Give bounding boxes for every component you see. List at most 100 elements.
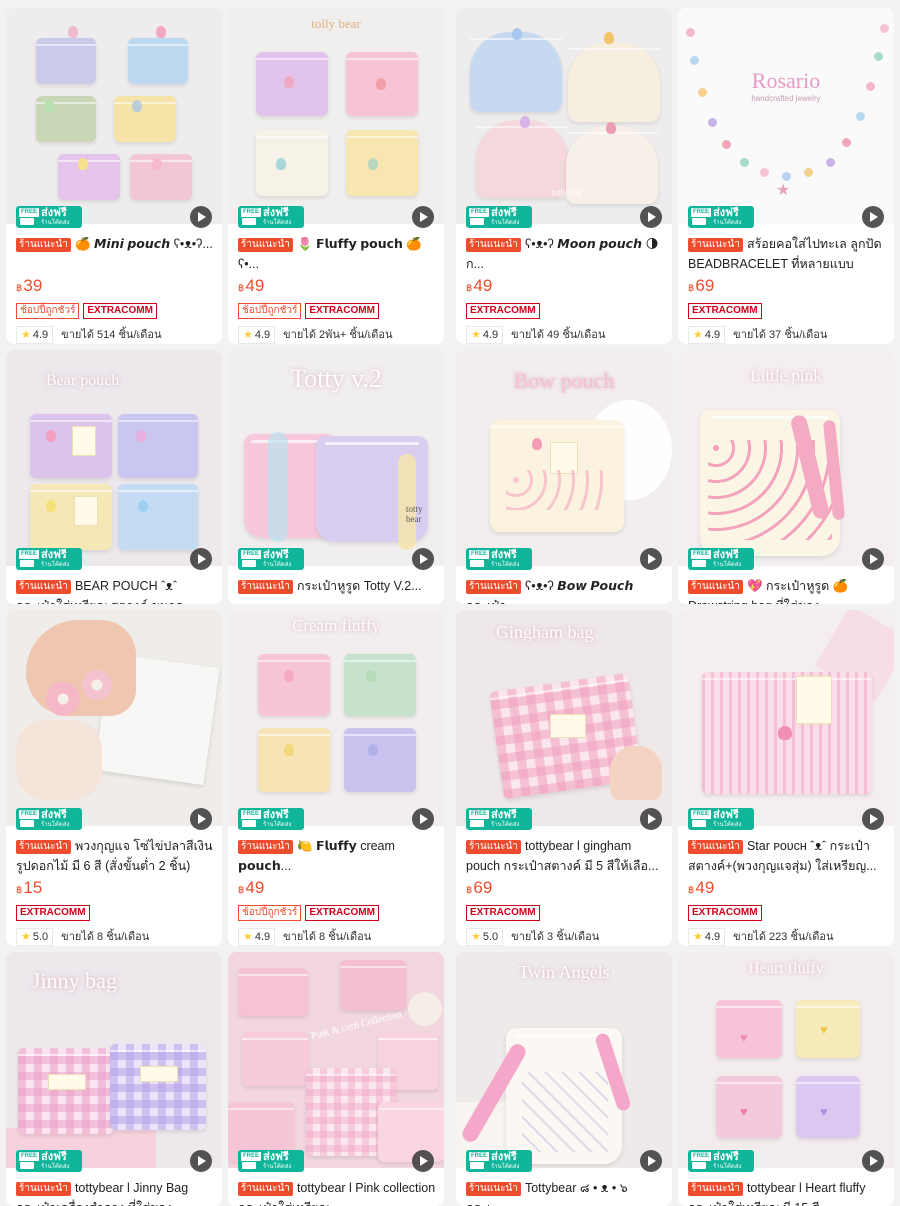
product-card[interactable]: FREE ส่งฟรี ร้านโค้ดส่ง ร้านแนะนำ พวงกุญแจ… xyxy=(6,610,222,946)
free-shipping-badge: FREE ส่งฟรี ร้านโค้ดส่ง xyxy=(238,808,304,830)
product-title[interactable]: ร้านแนะนำ ʕ•ᴥ•ʔ 𝙈𝙤𝙤𝙣 𝙥𝙤𝙪𝙘𝙝 🌗 ก... xyxy=(466,234,664,274)
play-video-icon[interactable] xyxy=(862,808,884,830)
play-video-icon[interactable] xyxy=(862,548,884,570)
product-title[interactable]: ร้านแนะนำ💖 กระเป๋าหูรูด 🍊 Drawstring bag… xyxy=(688,576,886,604)
play-video-icon[interactable] xyxy=(640,548,662,570)
product-card[interactable]: Twin Angels FREE ส่งฟรี ร้านโค้ดส่ง ร้านแ… xyxy=(456,952,672,1206)
product-title[interactable]: ร้านแนะนำtottybear l Pink collection กระ… xyxy=(238,1178,436,1206)
play-video-icon[interactable] xyxy=(640,206,662,228)
star-icon: ★ xyxy=(243,931,253,943)
product-price: ฿49 xyxy=(466,276,493,295)
extra-comm-tag: EXTRACOMM xyxy=(688,905,762,921)
play-video-icon[interactable] xyxy=(190,1150,212,1172)
product-image[interactable]: Bow pouch xyxy=(456,350,672,566)
truck-icon xyxy=(692,1162,706,1169)
product-card[interactable]: tolly bear FREE ส่งฟรี ร้านโค้ดส่ง ร้านแน… xyxy=(228,8,444,344)
product-title[interactable]: ร้านแนะนำʕ•ᴥ•ʔ 𝘽𝙤𝙬 𝙋𝙤𝙪𝙘𝙝 กระเป๋า... xyxy=(466,576,664,604)
play-video-icon[interactable] xyxy=(862,1150,884,1172)
product-title[interactable]: ร้านแนะนำ 🍋 𝗙𝗹𝘂𝗳𝗳𝘆 cream 𝗽𝗼𝘂𝗰𝗵... xyxy=(238,836,436,876)
product-card[interactable]: Gingham bag FREE ส่งฟรี ร้านโค้ดส่ง ร้านแ… xyxy=(456,610,672,946)
free-shipping-badge: FREE ส่งฟรี ร้านโค้ดส่ง xyxy=(466,808,532,830)
product-card[interactable]: FREE ส่งฟรี ร้านโค้ดส่ง ร้านแนะนำ 🍊 𝙈𝙞𝙣𝙞 𝙥… xyxy=(6,8,222,344)
product-title[interactable]: ร้านแนะนำ tottybear l gingham pouch กระเป… xyxy=(466,836,664,876)
product-title[interactable]: ร้านแนะนำ พวงกุญแจ โซ่ไข่ปลาสีเงิน รูปดอก… xyxy=(16,836,214,876)
product-image[interactable]: Bear pouch xyxy=(6,350,222,566)
product-image[interactable]: Little pink xyxy=(678,350,894,566)
play-video-icon[interactable] xyxy=(412,808,434,830)
product-title[interactable]: ร้านแนะนำTottybear ๘ • ᴥ • ๖ กระเ... xyxy=(466,1178,664,1206)
rating: ★ 4.9 xyxy=(688,928,726,946)
play-video-icon[interactable] xyxy=(640,808,662,830)
cod-tag: ช้อปปี้ถูกชัวร์ xyxy=(238,905,302,921)
free-shipping-badge: FREE ส่งฟรี ร้านโค้ดส่ง xyxy=(688,206,754,228)
product-title[interactable]: ร้านแนะนำ กระเป๋าหูรูด Totty V.2... xyxy=(238,576,436,604)
product-card[interactable]: Jinny bag FREE ส่งฟรี ร้านโค้ดส่ง ร้านแนะ… xyxy=(6,952,222,1206)
product-price: ฿69 xyxy=(688,276,715,295)
recommended-badge: ร้านแนะนำ xyxy=(688,238,743,252)
free-shipping-badge: FREE ส่งฟรี ร้านโค้ดส่ง xyxy=(16,808,82,830)
product-card[interactable]: Pink & corn Collection FREE ส่งฟรี ร้านโค… xyxy=(228,952,444,1206)
product-title[interactable]: ร้านแนะนำtottybear l Jinny Bag กระเป๋าเค… xyxy=(16,1178,214,1206)
product-title[interactable]: ร้านแนะนำ Star ᴘᴏᴜᴄʜ ˆᴥˆ กระเป๋าสตางค์+(พ… xyxy=(688,836,886,876)
play-video-icon[interactable] xyxy=(412,548,434,570)
free-shipping-badge: FREE ส่งฟรี ร้านโค้ดส่ง xyxy=(688,1150,754,1172)
truck-icon xyxy=(692,218,706,225)
product-image[interactable]: Gingham bag xyxy=(456,610,672,826)
product-title[interactable]: ร้านแนะนำ 🌷 𝗙𝗹𝘂𝗳𝗳𝘆 𝗽𝗼𝘂𝗰𝗵 🍊 ʕ•... xyxy=(238,234,436,274)
product-card[interactable]: tolly bear FREE ส่งฟรี ร้านโค้ดส่ง ร้านแน… xyxy=(456,8,672,344)
product-image[interactable]: tolly bear xyxy=(228,8,444,224)
product-card[interactable]: Little pink FREE ส่งฟรี ร้านโค้ดส่ง ร้านแ… xyxy=(678,350,894,604)
product-title[interactable]: ร้านแนะนำtottybear l Heart fluffy กระเป๋… xyxy=(688,1178,886,1206)
truck-icon xyxy=(692,820,706,827)
truck-icon xyxy=(242,820,256,827)
extra-comm-tag: EXTRACOMM xyxy=(305,905,379,921)
play-video-icon[interactable] xyxy=(412,1150,434,1172)
product-image[interactable]: tolly bear xyxy=(456,8,672,224)
product-card[interactable]: Cream fluffy FREE ส่งฟรี ร้านโค้ดส่ง ร้าน… xyxy=(228,610,444,946)
play-video-icon[interactable] xyxy=(190,808,212,830)
product-card[interactable]: Bow pouch FREE ส่งฟรี ร้านโค้ดส่ง ร้านแนะ… xyxy=(456,350,672,604)
free-shipping-badge: FREE ส่งฟรี ร้านโค้ดส่ง xyxy=(466,548,532,570)
extra-comm-tag: EXTRACOMM xyxy=(466,905,540,921)
product-card[interactable]: Bear pouch FREE ส่งฟรี ร้านโค้ดส่ง ร้านแน… xyxy=(6,350,222,604)
product-title[interactable]: ร้านแนะนำ สร้อยคอใส่ไปทะเล ลูกปัด BEADBRA… xyxy=(688,234,886,274)
product-image[interactable]: Twin Angels xyxy=(456,952,672,1168)
product-price: ฿49 xyxy=(688,878,715,897)
product-image[interactable] xyxy=(6,610,222,826)
product-title[interactable]: ร้านแนะนำBEAR POUCH ˆᴥˆ กระเป๋าใส่เหรียญ… xyxy=(16,576,214,604)
product-image[interactable]: Rosario handcrafted jewelry ★ xyxy=(678,8,894,224)
product-card[interactable]: Rosario handcrafted jewelry ★ FREE ส่งฟร… xyxy=(678,8,894,344)
recommended-badge: ร้านแนะนำ xyxy=(16,1182,71,1196)
product-card[interactable]: FREE ส่งฟรี ร้านโค้ดส่ง ร้านแนะนำ Star ᴘᴏᴜ… xyxy=(678,610,894,946)
recommended-badge: ร้านแนะนำ xyxy=(466,580,521,594)
play-video-icon[interactable] xyxy=(862,206,884,228)
free-shipping-badge: FREE ส่งฟรี ร้านโค้ดส่ง xyxy=(466,206,532,228)
product-image[interactable]: Jinny bag xyxy=(6,952,222,1168)
truck-icon xyxy=(20,1162,34,1169)
product-image[interactable]: Pink & corn Collection xyxy=(228,952,444,1168)
free-shipping-badge: FREE ส่งฟรี ร้านโค้ดส่ง xyxy=(238,206,304,228)
product-card[interactable]: Totty v.2 totty bear FREE ส่งฟรี ร้านโค้ดส… xyxy=(228,350,444,604)
play-video-icon[interactable] xyxy=(190,548,212,570)
sold-count: ขายได้ 8 ชิ้น/เดือน xyxy=(283,931,372,943)
product-image[interactable]: Heart fluffy ♥ ♥ ♥ ♥ xyxy=(678,952,894,1168)
star-pendant-icon: ★ xyxy=(776,182,791,199)
play-video-icon[interactable] xyxy=(640,1150,662,1172)
free-shipping-badge: FREE ส่งฟรี ร้านโค้ดส่ง xyxy=(238,548,304,570)
heart-charm-icon: ♥ xyxy=(740,1104,748,1119)
recommended-badge: ร้านแนะนำ xyxy=(238,238,293,252)
product-title[interactable]: ร้านแนะนำ 🍊 𝙈𝙞𝙣𝙞 𝙥𝙤𝙪𝙘𝙝 ʕ•ᴥ•ʔ... xyxy=(16,234,214,274)
cod-tag: ช้อปปี้ถูกชัวร์ xyxy=(238,303,302,319)
product-image[interactable] xyxy=(6,8,222,224)
star-icon: ★ xyxy=(243,329,253,341)
play-video-icon[interactable] xyxy=(190,206,212,228)
extra-comm-tag: EXTRACOMM xyxy=(83,303,157,319)
product-image[interactable]: Totty v.2 totty bear xyxy=(228,350,444,566)
product-image[interactable] xyxy=(678,610,894,826)
recommended-badge: ร้านแนะนำ xyxy=(16,840,71,854)
recommended-badge: ร้านแนะนำ xyxy=(688,840,743,854)
product-image[interactable]: Cream fluffy xyxy=(228,610,444,826)
sold-count: ขายได้ 223 ชิ้น/เดือน xyxy=(733,931,834,943)
play-video-icon[interactable] xyxy=(412,206,434,228)
product-card[interactable]: Heart fluffy ♥ ♥ ♥ ♥ FREE ส่งฟรี ร้านโค้ด… xyxy=(678,952,894,1206)
